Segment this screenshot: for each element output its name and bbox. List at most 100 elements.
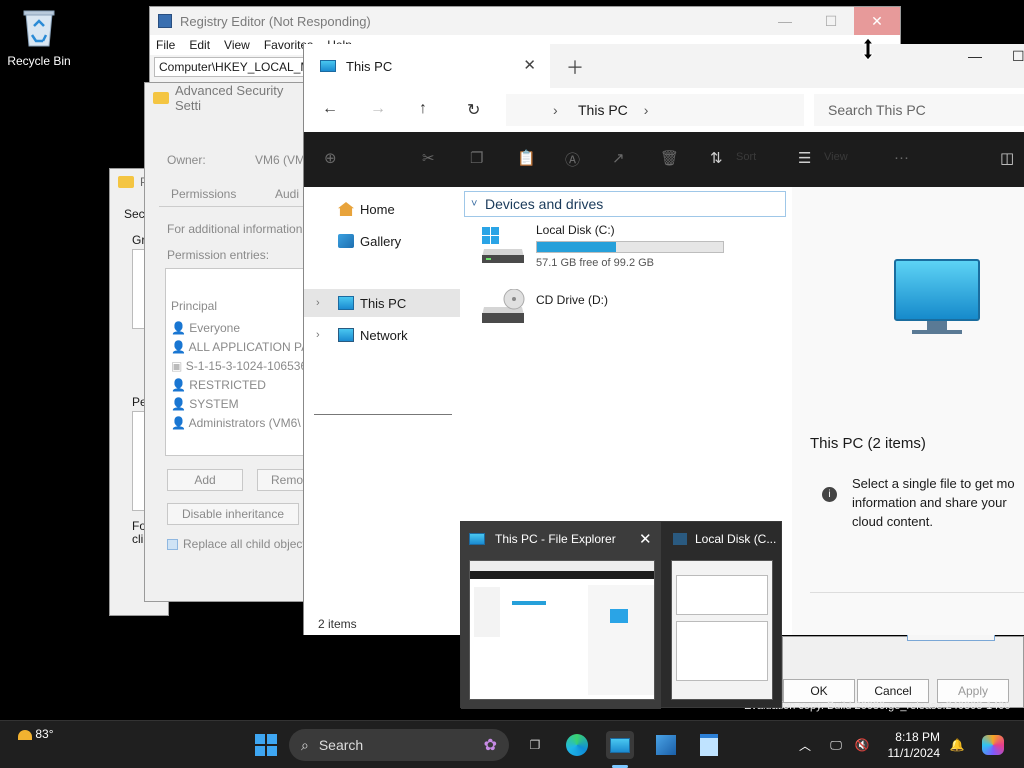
address-bar[interactable]: › This PC › (506, 94, 804, 126)
chevron-up-icon: ︿ (798, 738, 811, 753)
details-pane-icon[interactable]: ◫ (1000, 149, 1014, 167)
chevron-right-icon[interactable]: › (316, 297, 320, 309)
navigation-bar: ← → ↑ ↻ › This PC › Search This PC (304, 88, 1024, 132)
up-arrow-icon[interactable]: ↑ (419, 100, 427, 118)
recycle-bin-shortcut[interactable]: Recycle Bin (4, 8, 74, 68)
edge-button[interactable] (563, 731, 591, 759)
sidebar-item-network[interactable]: › Network (304, 321, 460, 349)
system-clock[interactable]: 8:18 PM 11/1/2024 (880, 729, 941, 761)
close-button[interactable]: ✕ (854, 7, 900, 35)
drive-name: Local Disk (C:) (536, 223, 615, 237)
principal-row[interactable]: 👤 Everyone (171, 321, 240, 335)
drive-item-d[interactable]: CD Drive (D:) (482, 285, 782, 335)
share-icon[interactable]: ↗ (612, 149, 625, 167)
tab-permissions[interactable]: Permissions (171, 187, 236, 201)
principal-header[interactable]: Principal (171, 299, 217, 313)
close-thumbnail-icon[interactable]: ✕ (639, 530, 652, 548)
taskbar-search-label: Search (318, 737, 364, 753)
volume-muted-icon[interactable]: 🔇 (852, 731, 872, 759)
edge-icon (566, 734, 588, 756)
footer-text-2: cli (132, 532, 144, 546)
new-icon[interactable]: ⊕ (324, 149, 337, 167)
info-icon: i (822, 487, 837, 502)
delete-icon[interactable]: 🗑 (660, 149, 679, 167)
drive-free-space: 57.1 GB free of 99.2 GB (536, 257, 655, 269)
menu-view[interactable]: View (224, 38, 250, 52)
minimize-button[interactable]: — (968, 48, 982, 64)
chevron-right-icon[interactable]: › (644, 102, 649, 118)
tab-strip: This PC ✕ ＋ — ☐ (304, 44, 1024, 88)
chevron-down-icon[interactable]: ˅ (471, 198, 477, 210)
replace-child-checkbox[interactable]: Replace all child object (167, 537, 306, 551)
monitor-icon (610, 737, 630, 753)
sort-icon[interactable]: ⇅ (710, 149, 723, 167)
advanced-security-window[interactable]: Advanced Security Setti Owner: VM6 (VM P… (144, 82, 317, 602)
rename-icon[interactable]: Ⓐ (565, 149, 580, 170)
breadcrumb-this-pc[interactable]: This PC (578, 102, 628, 118)
menu-edit[interactable]: Edit (189, 38, 210, 52)
add-button[interactable]: Add (167, 469, 243, 491)
principal-row[interactable]: 👤 Administrators (VM6\ (171, 416, 301, 430)
local-disk-icon (482, 227, 524, 263)
maximize-button[interactable]: ☐ (1012, 48, 1024, 65)
security-tab[interactable]: Sec (124, 207, 145, 221)
details-pane: This PC (2 items) i Select a single file… (792, 187, 1024, 635)
menu-file[interactable]: File (156, 38, 175, 52)
notepad-icon (700, 734, 718, 756)
tab-this-pc[interactable]: This PC ✕ (304, 44, 550, 88)
show-hidden-icons-button[interactable]: ︿ (796, 731, 814, 759)
sort-label[interactable]: Sort (736, 151, 756, 163)
forward-arrow-icon[interactable]: → (370, 100, 386, 118)
back-arrow-icon[interactable]: ← (322, 100, 338, 118)
group-header-devices[interactable]: ˅ Devices and drives (464, 191, 786, 217)
folder-icon (118, 176, 134, 188)
copilot-button[interactable] (980, 731, 1006, 759)
view-label[interactable]: View (824, 151, 848, 163)
registry-editor-taskbar-button[interactable] (652, 731, 680, 759)
network-status-icon[interactable]: 🖵 (826, 731, 846, 759)
more-options-icon[interactable]: ··· (894, 149, 909, 166)
sidebar-item-this-pc[interactable]: › This PC (304, 289, 460, 317)
advanced-security-title-bar[interactable]: Advanced Security Setti (145, 83, 313, 113)
principal-row[interactable]: ▣ S-1-15-3-1024-106536 (171, 359, 307, 373)
properties-dialog[interactable]: OK Cancel Apply (782, 629, 1024, 708)
notification-bell-icon[interactable]: 🔔 (948, 731, 966, 759)
close-tab-icon[interactable]: ✕ (523, 56, 536, 74)
thumbnail-file-explorer[interactable]: This PC - File Explorer ✕ (461, 522, 661, 709)
view-icon[interactable]: ☰ (798, 149, 811, 167)
weather-widget[interactable]: 83° (18, 727, 54, 741)
start-button[interactable] (252, 731, 280, 759)
file-explorer-taskbar-button[interactable] (606, 731, 634, 759)
notepad-taskbar-button[interactable] (695, 731, 723, 759)
refresh-icon[interactable]: ↻ (467, 100, 480, 120)
drive-item-c[interactable]: Local Disk (C:) 57.1 GB free of 99.2 GB (482, 223, 782, 273)
paste-icon[interactable]: 📋 (517, 149, 536, 167)
evaluation-watermark: Evaluation copy. Build 26080.ge_release.… (744, 700, 1011, 712)
command-bar: ⊕ ✂ ❐ 📋 Ⓐ ↗ 🗑 ⇅ Sort ☰ View ··· ◫ (304, 132, 1024, 187)
registry-app-icon (158, 14, 172, 28)
advanced-security-title: Advanced Security Setti (175, 83, 284, 113)
taskbar-search-box[interactable]: ⌕ Search ✿ (289, 729, 509, 761)
cut-icon[interactable]: ✂ (422, 149, 435, 167)
chevron-right-icon[interactable]: › (316, 329, 320, 341)
new-tab-button[interactable]: ＋ (566, 54, 584, 80)
principal-row[interactable]: 👤 ALL APPLICATION PA (171, 340, 309, 354)
windows-logo-icon (255, 734, 277, 756)
search-icon: ⌕ (301, 736, 309, 753)
disk-usage-bar (536, 241, 724, 253)
sidebar-item-gallery[interactable]: Gallery (312, 227, 460, 255)
thumbnail-local-disk[interactable]: Local Disk (C... (665, 522, 783, 709)
chevron-right-icon[interactable]: › (553, 102, 558, 118)
disable-inheritance-button[interactable]: Disable inheritance (167, 503, 299, 525)
principal-row[interactable]: 👤 SYSTEM (171, 397, 239, 411)
maximize-button[interactable]: ☐ (808, 7, 854, 35)
drive-icon (673, 533, 687, 545)
principal-row[interactable]: 👤 RESTRICTED (171, 378, 266, 392)
sidebar-item-home[interactable]: Home (312, 195, 460, 223)
tab-auditing[interactable]: Audi (275, 187, 299, 201)
search-highlight-icon: ✿ (483, 737, 497, 754)
copy-icon[interactable]: ❐ (470, 149, 483, 167)
task-view-button[interactable]: ❐ (522, 731, 548, 759)
search-input[interactable]: Search This PC (814, 94, 1024, 126)
minimize-button[interactable]: — (762, 7, 808, 35)
